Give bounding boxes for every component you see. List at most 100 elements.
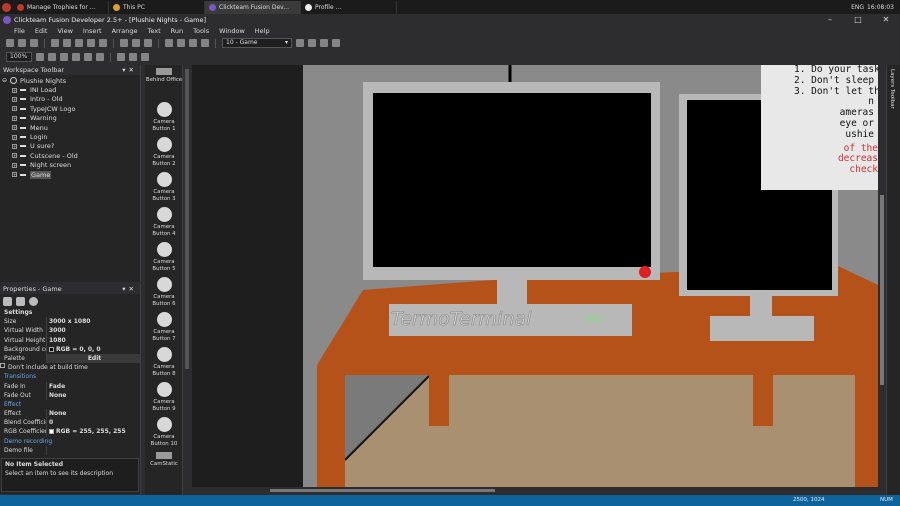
property-row[interactable]: Settings: [0, 308, 140, 317]
property-row[interactable]: Demo recording: [0, 437, 140, 446]
settings-tab-icon[interactable]: [3, 296, 12, 306]
property-row[interactable]: Fade Out None: [0, 390, 140, 400]
align-center-icon[interactable]: [129, 53, 137, 61]
layout-icon[interactable]: [201, 39, 209, 47]
open-file-icon[interactable]: [18, 39, 26, 47]
language-indicator[interactable]: ENG: [851, 4, 864, 11]
run-frame-icon[interactable]: [132, 39, 140, 47]
menu-file[interactable]: File: [14, 27, 25, 35]
runtime-tab-icon[interactable]: [16, 296, 25, 306]
menu-run[interactable]: Run: [171, 27, 183, 35]
property-row[interactable]: Blend Coefficie 0: [0, 418, 140, 428]
expand-icon[interactable]: +: [12, 87, 17, 93]
property-row[interactable]: Virtual Height 1080: [0, 335, 140, 345]
menu-window[interactable]: Window: [219, 27, 245, 35]
close-button[interactable]: ✕: [872, 14, 900, 26]
panel-controls-icon[interactable]: ▾✕: [122, 284, 137, 294]
redo-icon[interactable]: [99, 39, 107, 47]
align-right-icon[interactable]: [141, 53, 149, 61]
expand-icon[interactable]: +: [12, 153, 17, 159]
copy-icon[interactable]: [63, 39, 71, 47]
color-swatch[interactable]: [49, 346, 54, 352]
undo-icon[interactable]: [87, 39, 95, 47]
hand-icon[interactable]: [36, 53, 44, 61]
expand-icon[interactable]: +: [12, 125, 17, 131]
object-item[interactable]: Camera Button 1: [145, 102, 182, 132]
zoom-selector[interactable]: 100%: [6, 52, 32, 62]
stop-icon[interactable]: [144, 39, 152, 47]
start-icon[interactable]: [2, 2, 11, 12]
tree-root[interactable]: ⊖ Plushie Nights: [0, 76, 140, 85]
object-item[interactable]: Camera Button 6: [145, 277, 182, 307]
object-item[interactable]: Behind Office: [145, 68, 182, 84]
expand-icon[interactable]: +: [12, 106, 17, 112]
object-item[interactable]: CamStatic: [145, 452, 182, 468]
object-item[interactable]: Camera Button 8: [145, 347, 182, 377]
taskbar-tab[interactable]: Clickteam Fusion Dev...: [205, 0, 301, 14]
run-app-icon[interactable]: [120, 39, 128, 47]
italic-icon[interactable]: [84, 53, 92, 61]
menu-tools[interactable]: Tools: [193, 27, 209, 35]
grid-icon[interactable]: [177, 39, 185, 47]
property-row[interactable]: Transitions: [0, 372, 140, 381]
expand-icon[interactable]: +: [12, 162, 17, 168]
tree-frame-item[interactable]: + Cutscene - Old: [0, 151, 140, 160]
tree-frame-item[interactable]: + Intro - Old: [0, 95, 140, 104]
property-row[interactable]: Don't include at build time: [0, 363, 140, 372]
tree-frame-item[interactable]: + Login: [0, 132, 140, 141]
save-icon[interactable]: [30, 39, 38, 47]
expand-icon[interactable]: +: [12, 143, 17, 149]
tree-frame-item[interactable]: + TypeJCW Logo: [0, 104, 140, 113]
next-frame-icon[interactable]: [308, 39, 316, 47]
frame-canvas[interactable]: TermoTerminal PRO 1. Do your tasks 2. Don…: [303, 65, 878, 487]
taskbar-tab[interactable]: Profile ...: [301, 0, 397, 14]
object-item[interactable]: Camera Button 10: [145, 417, 182, 447]
object-item[interactable]: Camera Button 9: [145, 382, 182, 412]
property-row[interactable]: Virtual Width 3000: [0, 326, 140, 336]
property-row[interactable]: Palette Edit: [0, 353, 140, 364]
menu-arrange[interactable]: Arrange: [112, 27, 138, 35]
property-row[interactable]: Effect: [0, 400, 140, 409]
object-item[interactable]: Camera Button 2: [145, 137, 182, 167]
menu-text[interactable]: Text: [147, 27, 160, 35]
vertical-scrollbar[interactable]: [878, 65, 886, 487]
minimize-button[interactable]: –: [816, 14, 844, 26]
object-icon[interactable]: [48, 53, 56, 61]
property-row[interactable]: Background co RGB = 0, 0, 0: [0, 344, 140, 354]
snap-icon[interactable]: [189, 39, 197, 47]
property-row[interactable]: Demo file: [0, 445, 140, 455]
paste-icon[interactable]: [75, 39, 83, 47]
checkbox[interactable]: [0, 363, 5, 369]
bold-icon[interactable]: [72, 53, 80, 61]
cut-icon[interactable]: [51, 39, 59, 47]
object-item[interactable]: Camera Button 4: [145, 207, 182, 237]
expand-icon[interactable]: +: [12, 134, 17, 140]
about-tab-icon[interactable]: [29, 296, 38, 306]
tree-frame-item[interactable]: + INI Load: [0, 85, 140, 94]
taskbar-tab[interactable]: This PC: [109, 0, 205, 14]
underline-icon[interactable]: [96, 53, 104, 61]
menu-view[interactable]: View: [57, 27, 72, 35]
object-item[interactable]: Camera Button 3: [145, 172, 182, 202]
property-row[interactable]: Size 3000 x 1080: [0, 317, 140, 327]
color-swatch[interactable]: [49, 429, 54, 435]
tree-frame-item[interactable]: + U sure?: [0, 142, 140, 151]
align-left-icon[interactable]: [117, 53, 125, 61]
taskbar-tab[interactable]: Manage Trophies for ...: [13, 0, 109, 14]
view-icon[interactable]: [165, 39, 173, 47]
panel-controls-icon[interactable]: ▾✕: [122, 65, 137, 75]
new-file-icon[interactable]: [6, 39, 14, 47]
tree-frame-item[interactable]: + Warning: [0, 114, 140, 123]
tree-frame-item[interactable]: + Menu: [0, 123, 140, 132]
object-toolbar-scrollbar[interactable]: [184, 65, 190, 495]
maximize-button[interactable]: □: [844, 14, 872, 26]
help-icon[interactable]: [60, 53, 68, 61]
menu-edit[interactable]: Edit: [35, 27, 48, 35]
expand-icon[interactable]: +: [12, 96, 17, 102]
clock[interactable]: 16:08:03: [867, 4, 894, 11]
layers-toolbar[interactable]: Layers Toolbar: [886, 65, 900, 495]
frame-selector[interactable]: 10 - Game ▾: [222, 38, 292, 48]
menu-help[interactable]: Help: [255, 27, 270, 35]
event-editor-icon[interactable]: [332, 39, 340, 47]
tree-frame-item[interactable]: + Night screen: [0, 161, 140, 170]
